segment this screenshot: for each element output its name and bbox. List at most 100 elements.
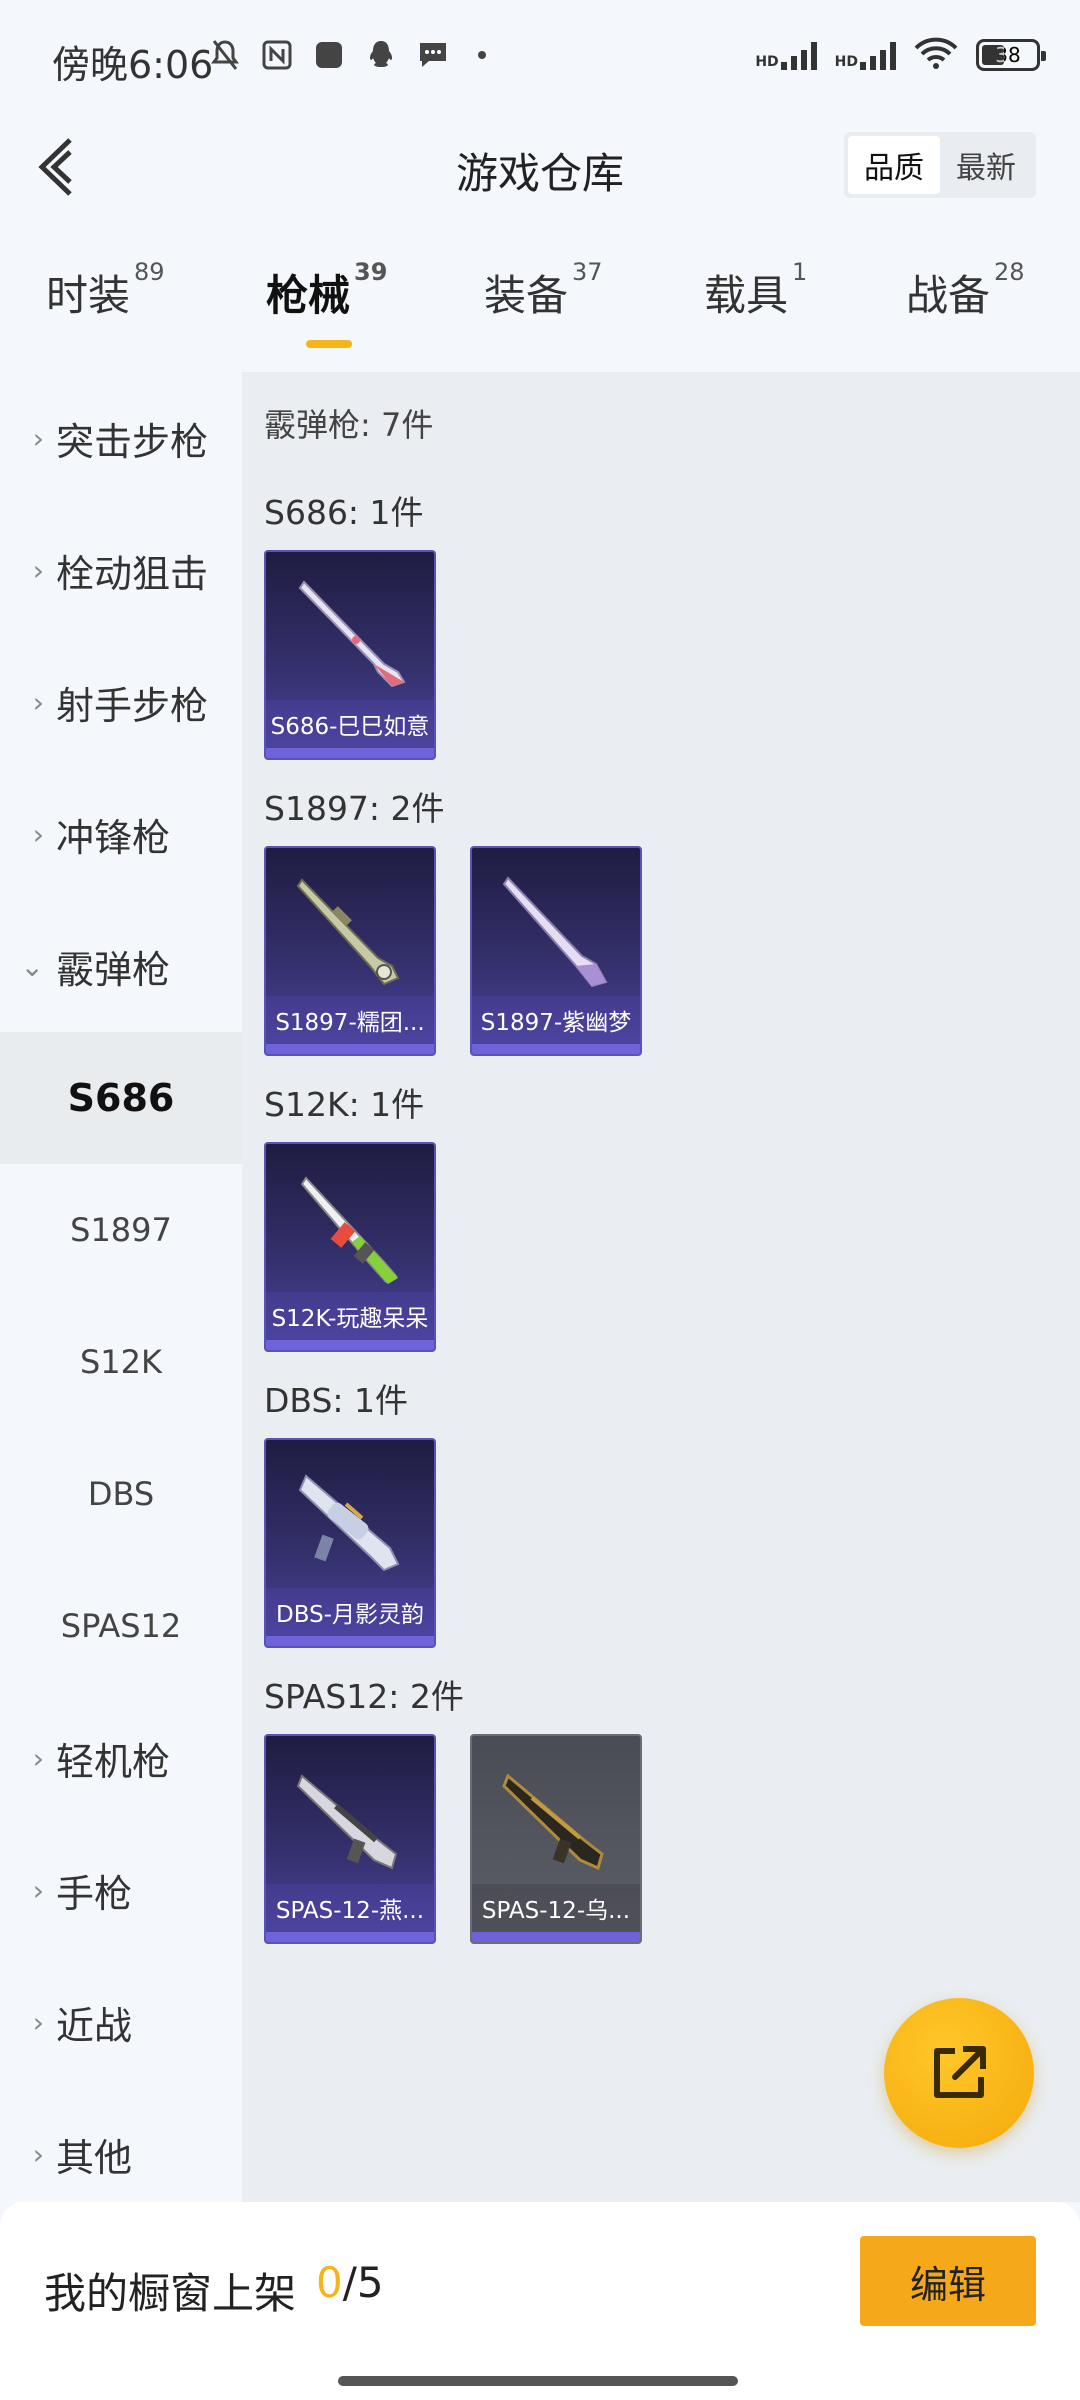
skin-card[interactable]: S1897-糯团... [264, 846, 436, 1056]
chevron-down-icon: ⌄ [20, 949, 44, 983]
rarity-bar [472, 1932, 640, 1942]
skin-card[interactable]: SPAS-12-乌... [470, 1734, 642, 1944]
chevron-right-icon: › [32, 1741, 44, 1775]
active-tab-indicator [306, 340, 352, 348]
chevron-right-icon: › [32, 2137, 44, 2171]
hd-badge-2: HD [834, 54, 858, 70]
sidebar-item-smg[interactable]: › 冲锋枪 [0, 768, 242, 900]
shotgun-skin-image [296, 1774, 398, 1870]
rarity-bar [472, 1044, 640, 1054]
tab-label: 时装 [46, 271, 131, 320]
tab-count: 28 [994, 258, 1025, 286]
section-label: DBS: 1件 [264, 1381, 409, 1420]
chevron-right-icon: › [32, 685, 44, 719]
rarity-bar [266, 748, 434, 758]
sidebar-sub-dbs[interactable]: DBS [0, 1428, 242, 1560]
skin-name: S1897-紫幽梦 [472, 996, 640, 1044]
sidebar-item-assault-rifle[interactable]: › 突击步枪 [0, 372, 242, 504]
sidebar-item-lmg[interactable]: › 轻机枪 [0, 1692, 242, 1824]
hd-badge: HD [755, 54, 779, 70]
sidebar-item-bolt-sniper[interactable]: › 栓动狙击 [0, 504, 242, 636]
external-link-icon [934, 2046, 986, 2098]
tab-count: 39 [354, 258, 388, 286]
tab-equipment[interactable]: 装备 37 [484, 258, 603, 323]
tab-count: 89 [134, 258, 165, 286]
sidebar-item-label: 手枪 [56, 1871, 133, 1916]
inventory-content: 霰弹枪: 7件 S686: 1件 S686-巳巳如意 S1897: 2件 S18… [242, 372, 1080, 2202]
sidebar-item-label: 冲锋枪 [56, 815, 171, 860]
sidebar-item-other[interactable]: › 其他 [0, 2088, 242, 2220]
skin-card[interactable]: SPAS-12-燕... [264, 1734, 436, 1944]
sidebar-item-label: 近战 [56, 2003, 133, 2048]
skin-name: SPAS-12-乌... [472, 1884, 640, 1932]
skin-card[interactable]: S1897-紫幽梦 [470, 846, 642, 1056]
skin-name: DBS-月影灵韵 [266, 1588, 434, 1636]
tab-label: 枪械 [266, 271, 351, 320]
tab-supplies[interactable]: 战备 28 [906, 258, 1025, 323]
showcase-total: /5 [342, 2258, 384, 2307]
sidebar-item-label: 栓动狙击 [56, 551, 209, 596]
header: 游戏仓库 品质 最新 [0, 118, 1080, 218]
share-button[interactable] [884, 1998, 1034, 2148]
home-indicator[interactable] [338, 2376, 738, 2386]
shotgun-skin-image [502, 876, 608, 988]
edit-button[interactable]: 编辑 [860, 2236, 1036, 2326]
chevron-right-icon: › [32, 1873, 44, 1907]
section-label: S1897: 2件 [264, 789, 445, 828]
sidebar-item-label: 突击步枪 [56, 419, 209, 464]
rarity-bar [266, 1044, 434, 1054]
category-tabs: 时装 89 枪械 39 装备 37 载具 1 战备 28 [0, 258, 1080, 352]
sidebar-sub-spas12[interactable]: SPAS12 [0, 1560, 242, 1692]
skin-card[interactable]: DBS-月影灵韵 [264, 1438, 436, 1648]
message-icon [416, 38, 450, 72]
sidebar: › 突击步枪 › 栓动狙击 › 射手步枪 › 冲锋枪 ⌄ 霰弹枪 S686 S1897 S… [0, 372, 242, 2202]
section-label: SPAS12: 2件 [264, 1677, 464, 1716]
tab-label: 装备 [484, 271, 569, 320]
shotgun-skin-image [298, 580, 406, 688]
group-title: 霰弹枪: 7件 [264, 406, 434, 444]
tab-vehicles[interactable]: 载具 1 [704, 258, 807, 323]
sidebar-item-shotgun[interactable]: ⌄ 霰弹枪 [0, 900, 242, 1032]
sidebar-item-marksman-rifle[interactable]: › 射手步枪 [0, 636, 242, 768]
sidebar-sub-s686[interactable]: S686 [0, 1032, 242, 1164]
section-label: S12K: 1件 [264, 1085, 425, 1124]
sort-quality-button[interactable]: 品质 [848, 136, 940, 194]
sort-latest-button[interactable]: 最新 [940, 136, 1032, 194]
tab-guns[interactable]: 枪械 39 [266, 258, 387, 323]
chevron-right-icon: › [32, 421, 44, 455]
sidebar-sub-s1897[interactable]: S1897 [0, 1164, 242, 1296]
chevron-right-icon: › [32, 2005, 44, 2039]
skin-name: S12K-玩趣呆呆 [266, 1292, 434, 1340]
section-label: S686: 1件 [264, 493, 424, 532]
sidebar-item-label: 其他 [56, 2135, 133, 2180]
showcase-bar: 我的橱窗上架 0/5 编辑 [0, 2202, 1080, 2400]
tab-count: 37 [572, 258, 603, 286]
status-bar: 傍晚6:06 HD HD 38 [0, 0, 1080, 118]
nfc-icon [260, 38, 294, 72]
app-notification-icon [312, 38, 346, 72]
battery-icon: 38 [976, 39, 1046, 71]
skin-card[interactable]: S686-巳巳如意 [264, 550, 436, 760]
rarity-bar [266, 1636, 434, 1646]
tab-fashion[interactable]: 时装 89 [46, 258, 165, 323]
skin-name: S1897-糯团... [266, 996, 434, 1044]
sidebar-item-label: 射手步枪 [56, 683, 209, 728]
skin-card[interactable]: S12K-玩趣呆呆 [264, 1142, 436, 1352]
tab-label: 战备 [906, 271, 991, 320]
shotgun-skin-image [300, 1176, 398, 1284]
sidebar-item-label: 霰弹枪 [56, 947, 171, 992]
sidebar-sub-s12k[interactable]: S12K [0, 1296, 242, 1428]
sidebar-item-label: 轻机枪 [56, 1739, 171, 1784]
rarity-bar [266, 1340, 434, 1350]
status-time: 傍晚6:06 [52, 43, 214, 87]
showcase-count: 0/5 [316, 2258, 384, 2307]
shotgun-skin-image [502, 1773, 604, 1871]
chevron-right-icon: › [32, 553, 44, 587]
tab-label: 载具 [704, 271, 789, 320]
sidebar-item-melee[interactable]: › 近战 [0, 1956, 242, 2088]
sidebar-item-pistol[interactable]: › 手枪 [0, 1824, 242, 1956]
tab-count: 1 [792, 258, 808, 286]
battery-level: 38 [995, 43, 1021, 67]
chevron-right-icon: › [32, 817, 44, 851]
shotgun-skin-image [298, 1474, 400, 1572]
